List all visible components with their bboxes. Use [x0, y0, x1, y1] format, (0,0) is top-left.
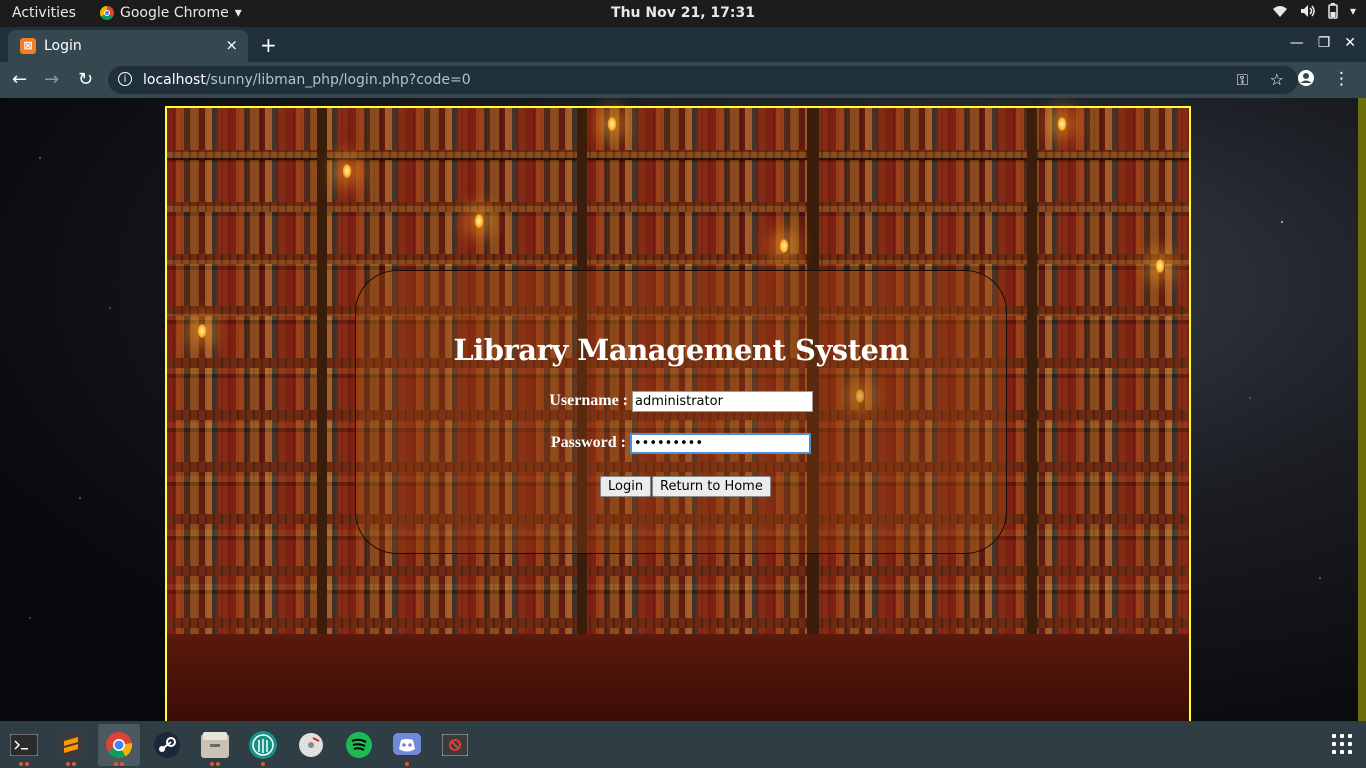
username-input[interactable]: [632, 391, 813, 412]
gnome-top-bar: Activities Google Chrome ▾ Thu Nov 21, 1…: [0, 0, 1366, 27]
dock-files[interactable]: [194, 724, 236, 766]
candle-icon: [779, 238, 789, 254]
toolbar-right: ⋮: [1297, 69, 1350, 89]
info-icon[interactable]: i: [118, 72, 132, 86]
dock-chrome[interactable]: [98, 724, 140, 766]
back-arrow-icon[interactable]: ←: [12, 69, 27, 90]
gitkraken-icon: [249, 731, 277, 759]
candle-icon: [1155, 258, 1165, 274]
chrome-icon: [106, 732, 133, 759]
terminal-icon: [10, 734, 38, 756]
tab-login[interactable]: ⊠ Login ×: [8, 30, 248, 62]
discord-icon: [393, 733, 421, 755]
menu-dots-icon[interactable]: ⋮: [1333, 69, 1350, 89]
dock-disks[interactable]: [290, 724, 332, 766]
login-form: Library Management System Username : Pas…: [355, 270, 1007, 554]
dock-terminal[interactable]: [3, 724, 45, 766]
tab-strip: ⊠ Login ×: [0, 27, 1366, 62]
password-input[interactable]: [630, 433, 811, 454]
close-icon[interactable]: ×: [225, 36, 238, 54]
page-title: Library Management System: [453, 333, 909, 367]
library-background-panel: Library Management System Username : Pas…: [165, 106, 1191, 721]
scrollbar[interactable]: [1358, 98, 1366, 721]
password-label: Password :: [550, 434, 626, 451]
volume-icon: [1300, 5, 1315, 17]
chevron-down-icon: ▾: [1349, 4, 1356, 18]
steam-icon: [154, 732, 180, 758]
username-label: Username :: [549, 392, 628, 409]
sublime-text-icon: [58, 732, 84, 758]
restore-icon[interactable]: ❐: [1318, 35, 1331, 51]
reload-icon[interactable]: ↻: [78, 69, 93, 90]
candle-icon: [1057, 116, 1067, 132]
library-floor: [167, 634, 1189, 721]
dock-screen-recorder[interactable]: [434, 724, 476, 766]
tab-title: Login: [44, 38, 82, 54]
spotify-icon: [346, 732, 372, 758]
close-window-icon[interactable]: ✕: [1344, 35, 1356, 51]
files-icon: [201, 732, 229, 758]
dock: [0, 721, 1366, 768]
page-viewport: Library Management System Username : Pas…: [0, 98, 1366, 721]
dock-discord[interactable]: [386, 724, 428, 766]
key-icon[interactable]: ⚿: [1237, 71, 1248, 89]
clock[interactable]: Thu Nov 21, 17:31: [0, 5, 1366, 21]
dock-gitkraken[interactable]: [242, 724, 284, 766]
candle-icon: [607, 116, 617, 132]
address-bar[interactable]: i localhost/sunny/libman_php/login.php?c…: [108, 66, 1298, 94]
new-tab-button[interactable]: +: [260, 33, 277, 57]
url-path: /sunny/libman_php/login.php?code=0: [205, 72, 471, 88]
screen-recorder-icon: [442, 734, 468, 756]
wifi-icon: [1272, 6, 1287, 17]
return-home-button[interactable]: Return to Home: [652, 476, 771, 497]
url-text[interactable]: localhost/sunny/libman_php/login.php?cod…: [143, 72, 471, 88]
browser-toolbar: ← → ↻ i localhost/sunny/libman_php/login…: [0, 62, 1366, 98]
candle-icon: [342, 163, 352, 179]
dock-spotify[interactable]: [338, 724, 380, 766]
system-tray[interactable]: ▾: [1272, 3, 1356, 19]
dock-steam[interactable]: [146, 724, 188, 766]
xampp-favicon-icon: ⊠: [20, 38, 36, 54]
profile-icon[interactable]: [1297, 69, 1315, 87]
candle-icon: [197, 323, 207, 339]
forward-arrow-icon[interactable]: →: [44, 69, 59, 90]
show-applications-icon[interactable]: [1332, 734, 1352, 754]
star-icon[interactable]: ☆: [1270, 70, 1284, 89]
dock-sublime[interactable]: [50, 724, 92, 766]
login-button[interactable]: Login: [600, 476, 652, 497]
candle-icon: [474, 213, 484, 229]
url-host: localhost: [143, 72, 206, 88]
minimize-icon[interactable]: —: [1290, 35, 1304, 51]
battery-icon: [1328, 3, 1338, 19]
window-controls: — ❐ ✕: [1290, 35, 1356, 51]
disk-icon: [299, 733, 323, 757]
